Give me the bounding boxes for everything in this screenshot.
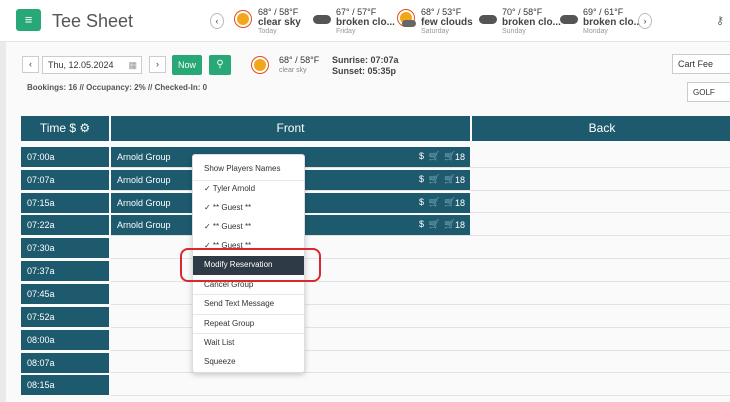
course-select[interactable]: GOLF: [687, 82, 730, 102]
calendar-icon[interactable]: ▦: [128, 60, 137, 71]
search-icon: ⚲: [216, 59, 224, 70]
time-slot[interactable]: 07:15a: [21, 193, 109, 213]
cloud-icon: [313, 12, 331, 26]
cloud-icon: [479, 12, 497, 26]
page-title: Tee Sheet: [52, 11, 134, 31]
time-slot[interactable]: 08:00a: [21, 330, 109, 350]
row-divider: [111, 395, 730, 396]
holes-count: 18: [455, 175, 466, 185]
menu-item-wait-list[interactable]: Wait List: [193, 334, 304, 353]
next-date-button[interactable]: ›: [149, 56, 166, 73]
forecast-next-button[interactable]: ›: [638, 13, 652, 29]
search-button[interactable]: ⚲: [209, 55, 231, 75]
time-slot[interactable]: 08:07a: [21, 353, 109, 373]
key-icon[interactable]: ⚷: [716, 14, 724, 27]
time-slot[interactable]: 07:37a: [21, 261, 109, 281]
time-column-header[interactable]: Time $ ⚙: [21, 116, 109, 141]
group-name: Arnold Group: [117, 220, 171, 230]
group-name: Arnold Group: [117, 152, 171, 162]
date-input[interactable]: Thu, 12.05.2024 ▦: [42, 56, 142, 74]
cart-icon: $ 🛒 🛒: [419, 197, 457, 207]
cart-icon: $ 🛒 🛒: [419, 174, 457, 184]
sun-icon: [235, 12, 253, 26]
menu-item-player[interactable]: ✓ ** Guest **: [193, 199, 304, 218]
menu-item-show-players[interactable]: Show Players Names: [193, 160, 304, 179]
sun-icon: [254, 59, 266, 71]
booking-stats: Bookings: 16 // Occupancy: 2% // Checked…: [27, 83, 208, 92]
time-slot[interactable]: 07:22a: [21, 215, 109, 235]
prev-date-button[interactable]: ‹: [22, 56, 39, 73]
group-name: Arnold Group: [117, 175, 171, 185]
hamburger-menu-button[interactable]: ≡: [16, 9, 41, 31]
menu-item-player[interactable]: ✓ Tyler Arnold: [193, 180, 304, 199]
forecast-prev-button[interactable]: ‹: [210, 13, 224, 29]
date-value: Thu, 12.05.2024: [48, 60, 114, 70]
top-bar: ≡ Tee Sheet ‹ 68° / 58°F clear sky Today…: [0, 0, 730, 42]
cart-icon: $ 🛒 🛒: [419, 151, 457, 161]
left-edge-strip: [0, 42, 6, 402]
menu-item-send-text[interactable]: Send Text Message: [193, 295, 304, 314]
holes-count: 18: [455, 198, 466, 208]
menu-item-player[interactable]: ✓ ** Guest **: [193, 218, 304, 237]
time-slot[interactable]: 07:00a: [21, 147, 109, 167]
time-slot[interactable]: 07:07a: [21, 170, 109, 190]
time-slot[interactable]: 07:30a: [21, 238, 109, 258]
menu-item-squeeze[interactable]: Squeeze: [193, 353, 304, 372]
cloud-icon: [560, 12, 578, 26]
menu-item-repeat-group[interactable]: Repeat Group: [193, 315, 304, 334]
highlight-annotation: [180, 248, 321, 282]
group-name: Arnold Group: [117, 198, 171, 208]
time-slot[interactable]: 07:52a: [21, 307, 109, 327]
sun-cloud-icon: [398, 12, 416, 27]
cart-fee-select[interactable]: Cart Fee: [672, 54, 730, 74]
gear-icon[interactable]: ⚙: [79, 121, 90, 135]
cart-icon: $ 🛒 🛒: [419, 219, 457, 229]
front-column-header: Front: [111, 116, 470, 141]
back-column-header: Back: [472, 116, 730, 141]
holes-count: 18: [455, 152, 466, 162]
time-slot[interactable]: 08:15a: [21, 375, 109, 395]
sunset-time: Sunset: 05:35p: [332, 66, 397, 76]
time-slot[interactable]: 07:45a: [21, 284, 109, 304]
sunrise-time: Sunrise: 07:07a: [332, 55, 399, 65]
now-button[interactable]: Now: [172, 55, 202, 75]
holes-count: 18: [455, 220, 466, 230]
